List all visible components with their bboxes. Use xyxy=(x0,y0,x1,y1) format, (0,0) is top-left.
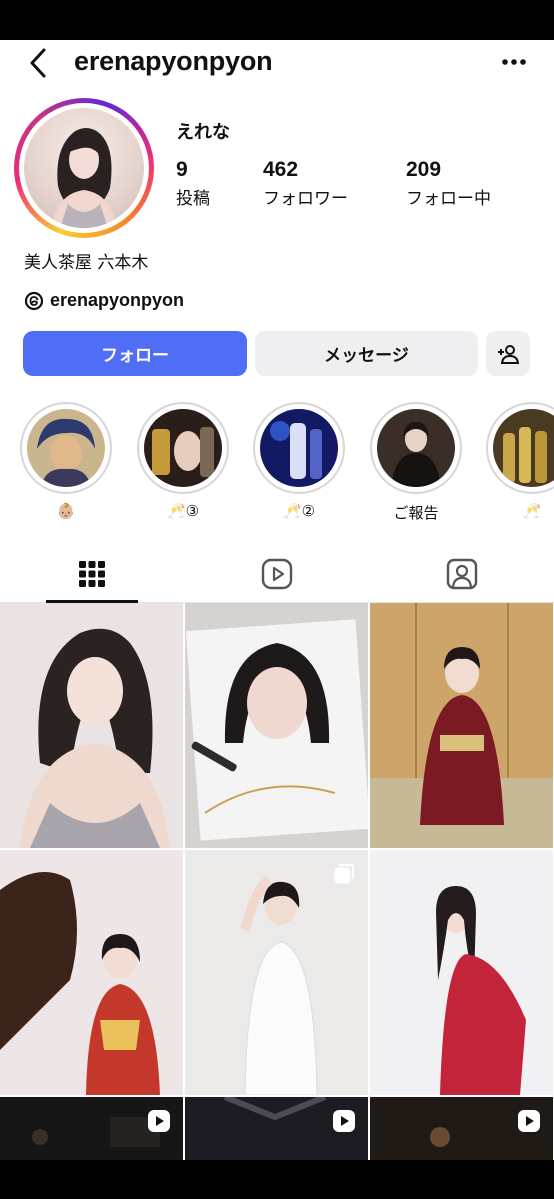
reel-icon xyxy=(148,1110,170,1132)
back-chevron-icon[interactable] xyxy=(24,46,54,80)
profile-username: erenapyonpyon xyxy=(74,46,273,76)
display-name: えれな xyxy=(176,122,230,143)
tagged-icon xyxy=(446,558,478,590)
highlight-label: ご報告 xyxy=(393,504,439,522)
highlight-cover xyxy=(260,409,338,487)
highlight-cover xyxy=(144,409,222,487)
following-label: フォロー中 xyxy=(406,189,491,209)
tab-posts[interactable] xyxy=(0,545,184,603)
posts-label: 投稿 xyxy=(176,189,210,209)
highlight-label: 🥂③ xyxy=(166,502,200,520)
threads-link[interactable]: erenapyonpyon xyxy=(24,290,184,311)
avatar-story-ring[interactable] xyxy=(14,98,154,238)
highlight-item[interactable]: 🥂③ xyxy=(137,402,229,522)
follow-button[interactable]: フォロー xyxy=(23,331,247,376)
reels-icon xyxy=(261,558,293,590)
threads-icon xyxy=(24,291,44,310)
highlight-label: 🥂 xyxy=(522,502,542,520)
suggested-accounts-button[interactable] xyxy=(486,331,530,376)
highlight-cover xyxy=(377,409,455,487)
following-stat[interactable]: 209 フォロー中 xyxy=(406,158,491,209)
highlight-cover xyxy=(493,409,554,487)
grid-icon xyxy=(79,561,105,587)
highlight-item[interactable]: 🥂② xyxy=(253,402,345,522)
post-thumbnail[interactable] xyxy=(0,1097,183,1160)
profile-tabs xyxy=(0,545,554,603)
post-thumbnail[interactable] xyxy=(370,1097,553,1160)
followers-stat[interactable]: 462 フォロワー xyxy=(263,158,348,209)
highlight-label: 🥂② xyxy=(282,502,316,520)
highlight-label: 👶🏼 xyxy=(56,502,76,520)
post-thumbnail[interactable] xyxy=(370,603,553,848)
tab-tagged[interactable] xyxy=(370,545,554,603)
post-thumbnail[interactable] xyxy=(185,850,368,1095)
following-count: 209 xyxy=(406,158,442,181)
posts-count: 9 xyxy=(176,158,188,181)
multi-photo-icon xyxy=(334,864,354,884)
message-button[interactable]: メッセージ xyxy=(255,331,478,376)
add-person-icon xyxy=(498,344,520,364)
avatar xyxy=(24,108,144,228)
threads-handle: erenapyonpyon xyxy=(50,290,185,310)
reel-icon xyxy=(333,1110,355,1132)
post-thumbnail[interactable] xyxy=(370,850,553,1095)
followers-count: 462 xyxy=(263,158,299,181)
tab-reels[interactable] xyxy=(185,545,369,603)
post-thumbnail[interactable] xyxy=(0,603,183,848)
post-thumbnail[interactable] xyxy=(0,850,183,1095)
profile-screen: erenapyonpyon えれな 9 投稿 462 フォロワー 209 フォロ… xyxy=(0,40,554,1160)
highlight-item[interactable]: ご報告 xyxy=(370,402,462,522)
bio-text: 美人茶屋 六本木 xyxy=(24,253,149,273)
followers-label: フォロワー xyxy=(263,189,348,209)
highlight-item[interactable]: 👶🏼 xyxy=(20,402,112,522)
reel-icon xyxy=(518,1110,540,1132)
highlight-cover xyxy=(27,409,105,487)
post-thumbnail[interactable] xyxy=(185,1097,368,1160)
more-dots-icon[interactable] xyxy=(498,50,530,74)
top-bar: erenapyonpyon xyxy=(0,40,554,86)
post-thumbnail[interactable] xyxy=(185,603,368,848)
highlight-item[interactable]: 🥂 xyxy=(486,402,554,522)
posts-stat[interactable]: 9 投稿 xyxy=(176,158,210,209)
system-bottom-bar xyxy=(0,1160,554,1199)
